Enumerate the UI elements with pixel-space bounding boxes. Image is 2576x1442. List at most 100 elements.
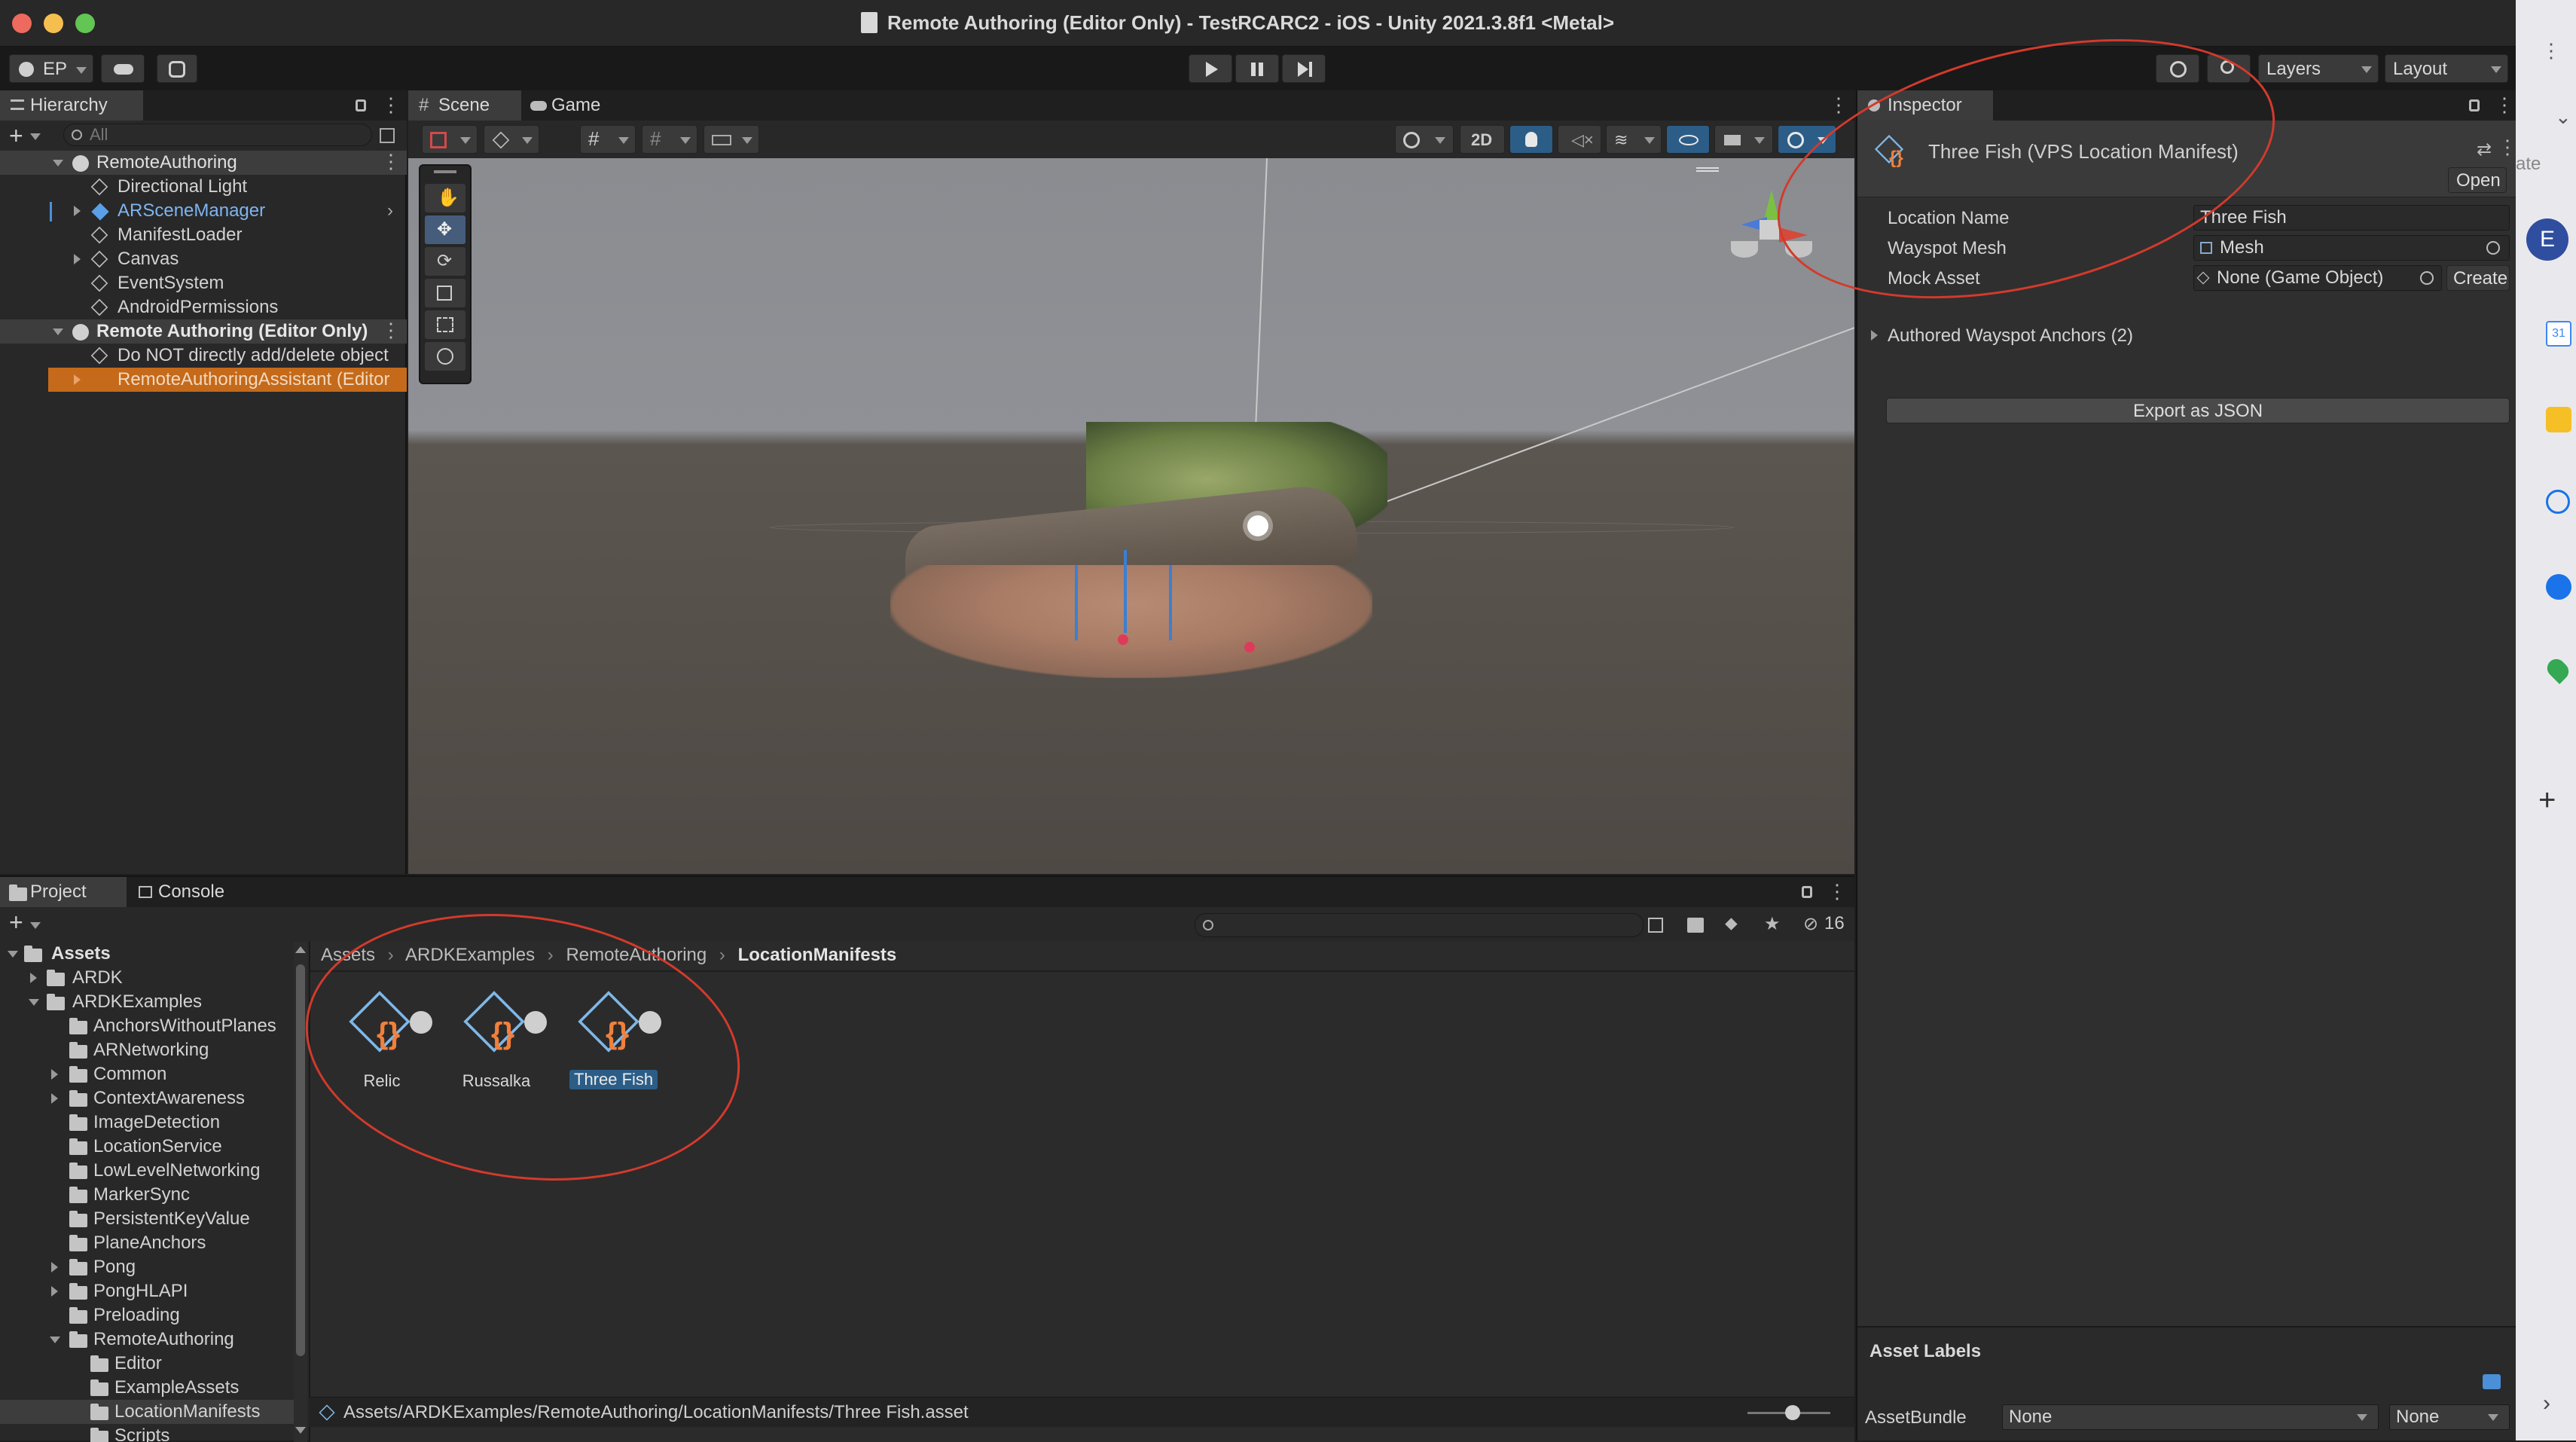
hierarchy-row[interactable]: AndroidPermissions <box>0 295 407 319</box>
tree-item-locationservice[interactable]: LocationService <box>0 1135 294 1159</box>
hierarchy-row[interactable]: RemoteAuthoring ⋮ <box>0 150 407 175</box>
layers-dropdown[interactable]: Layers <box>2258 54 2379 83</box>
layout-dropdown[interactable]: Layout <box>2385 54 2508 83</box>
tab-hierarchy[interactable]: Hierarchy <box>0 90 143 121</box>
add-icon[interactable]: + <box>9 909 23 936</box>
maps-icon[interactable] <box>2543 655 2573 685</box>
lighting-toggle[interactable] <box>1509 125 1553 154</box>
scene-viewport[interactable]: ✋ ✥ ⟳ <box>408 158 1854 874</box>
draw-mode-dropdown[interactable] <box>422 125 478 154</box>
tree-item-arnetworking[interactable]: ARNetworking <box>0 1038 294 1062</box>
expand-triangle-icon[interactable] <box>51 1069 58 1080</box>
kebab-menu-icon[interactable]: ⋮ <box>381 93 401 117</box>
step-button[interactable] <box>1282 54 1326 83</box>
tree-item-locationmanifests[interactable]: LocationManifests <box>0 1400 294 1424</box>
close-window-button[interactable] <box>12 14 32 33</box>
tree-item-common[interactable]: Common <box>0 1062 294 1086</box>
label-tag-icon[interactable] <box>2483 1374 2501 1389</box>
expand-triangle-icon[interactable] <box>30 973 37 983</box>
tree-item-assets[interactable]: Assets <box>0 942 294 966</box>
assetbundle-dropdown[interactable]: None <box>2002 1404 2379 1430</box>
grid-snap-dropdown[interactable]: # <box>580 125 636 154</box>
hierarchy-row[interactable]: Canvas <box>0 247 407 271</box>
hierarchy-row[interactable]: ManifestLoader <box>0 223 407 247</box>
tree-item-ardk[interactable]: ARDK <box>0 966 294 990</box>
expand-triangle-icon[interactable] <box>74 206 81 216</box>
shading-dropdown[interactable] <box>484 125 539 154</box>
increment-snap-dropdown[interactable] <box>704 125 759 154</box>
chevron-down-icon[interactable] <box>30 133 41 140</box>
overlay-handle[interactable] <box>434 170 456 173</box>
hidden-packages-icon[interactable]: ⊘ <box>1803 913 1818 935</box>
create-button[interactable]: Create <box>2446 265 2510 291</box>
tree-item-ardkexamples[interactable]: ARDKExamples <box>0 990 294 1014</box>
tree-item-remoteauthoring[interactable]: RemoteAuthoring <box>0 1327 294 1352</box>
project-search-input[interactable] <box>1195 913 1644 937</box>
tree-item-persistentkeyvalue[interactable]: PersistentKeyValue <box>0 1207 294 1231</box>
lock-icon[interactable] <box>1802 886 1812 898</box>
calendar-icon[interactable]: 31 <box>2546 321 2571 347</box>
add-addon-icon[interactable]: + <box>2538 784 2556 817</box>
lock-icon[interactable] <box>356 99 366 112</box>
pause-button[interactable] <box>1235 54 1279 83</box>
location-name-field[interactable]: Three Fish <box>2193 205 2510 231</box>
scrollbar-thumb[interactable] <box>296 964 305 1356</box>
hierarchy-row-selected[interactable]: RemoteAuthoringAssistant (Editor <box>48 368 407 392</box>
mock-asset-field[interactable]: None (Game Object) <box>2193 265 2442 291</box>
tree-scrollbar-track[interactable] <box>294 942 307 1442</box>
filter-icon[interactable] <box>1687 918 1704 933</box>
tree-item-preloading[interactable]: Preloading <box>0 1303 294 1327</box>
account-dropdown[interactable]: EP <box>9 54 93 83</box>
hierarchy-row[interactable]: Directional Light <box>0 175 407 199</box>
rotate-tool-button[interactable]: ⟳ <box>425 247 465 276</box>
effects-dropdown[interactable]: ≋ <box>1606 125 1662 154</box>
expand-triangle-icon[interactable] <box>50 1337 60 1343</box>
tree-item-anchorswithoutplanes[interactable]: AnchorsWithoutPlanes <box>0 1014 294 1038</box>
camera-dropdown[interactable] <box>1714 125 1773 154</box>
tasks-icon[interactable] <box>2546 490 2570 514</box>
export-json-button[interactable]: Export as JSON <box>1886 398 2510 423</box>
expand-triangle-icon[interactable] <box>1871 330 1878 341</box>
anchor-marker[interactable] <box>1118 634 1128 645</box>
kebab-menu-icon[interactable]: ⋮ <box>2495 93 2514 117</box>
toggle-2d-button[interactable]: 2D <box>1460 125 1505 154</box>
tag-icon[interactable]: ⬥ <box>1725 913 1738 934</box>
maximize-window-button[interactable] <box>75 14 95 33</box>
search-by-type-icon[interactable] <box>1648 918 1663 933</box>
audio-toggle[interactable]: ◁× <box>1558 125 1601 154</box>
kebab-menu-icon[interactable]: ⋮ <box>1827 880 1847 903</box>
kebab-menu-icon[interactable]: ⋮ <box>1829 93 1848 117</box>
preset-icon[interactable]: ⇄ <box>2477 139 2492 160</box>
expand-triangle-icon[interactable] <box>51 1286 58 1297</box>
object-picker-icon[interactable] <box>2420 271 2434 285</box>
tree-item-exampleassets[interactable]: ExampleAssets <box>0 1376 294 1400</box>
tab-console[interactable]: Console <box>130 877 265 907</box>
hierarchy-row[interactable]: ARSceneManager › <box>0 199 407 223</box>
expand-triangle-icon[interactable] <box>51 1262 58 1272</box>
expand-triangle-icon[interactable] <box>74 374 81 385</box>
tree-item-contextawareness[interactable]: ContextAwareness <box>0 1086 294 1111</box>
scroll-down-icon[interactable] <box>295 1427 306 1434</box>
minimize-window-button[interactable] <box>44 14 63 33</box>
assetbundle-variant-dropdown[interactable]: None <box>2389 1404 2510 1430</box>
tree-item-pong[interactable]: Pong <box>0 1255 294 1279</box>
tree-item-planeanchors[interactable]: PlaneAnchors <box>0 1231 294 1255</box>
anchor-marker[interactable] <box>1244 642 1255 652</box>
tree-item-editor[interactable]: Editor <box>0 1352 294 1376</box>
lock-icon[interactable] <box>2469 99 2480 112</box>
render-mode-dropdown[interactable] <box>1395 125 1454 154</box>
chevron-down-icon[interactable] <box>30 922 41 929</box>
tree-item-ponghlapi[interactable]: PongHLAPI <box>0 1279 294 1303</box>
contacts-icon[interactable] <box>2546 574 2571 600</box>
tree-item-lowlevelnetworking[interactable]: LowLevelNetworking <box>0 1159 294 1183</box>
directional-light-icon[interactable] <box>1237 505 1279 547</box>
keep-icon[interactable] <box>2546 407 2571 432</box>
hierarchy-row[interactable]: Remote Authoring (Editor Only) ⋮ <box>0 319 407 344</box>
rect-tool-button[interactable] <box>425 310 465 339</box>
hierarchy-row[interactable]: Do NOT directly add/delete object <box>0 344 407 368</box>
hand-tool-button[interactable]: ✋ <box>425 184 465 212</box>
tree-item-markersync[interactable]: MarkerSync <box>0 1183 294 1207</box>
scale-tool-button[interactable] <box>425 279 465 307</box>
open-button[interactable]: Open <box>2448 167 2507 193</box>
avatar[interactable]: E <box>2526 218 2568 261</box>
